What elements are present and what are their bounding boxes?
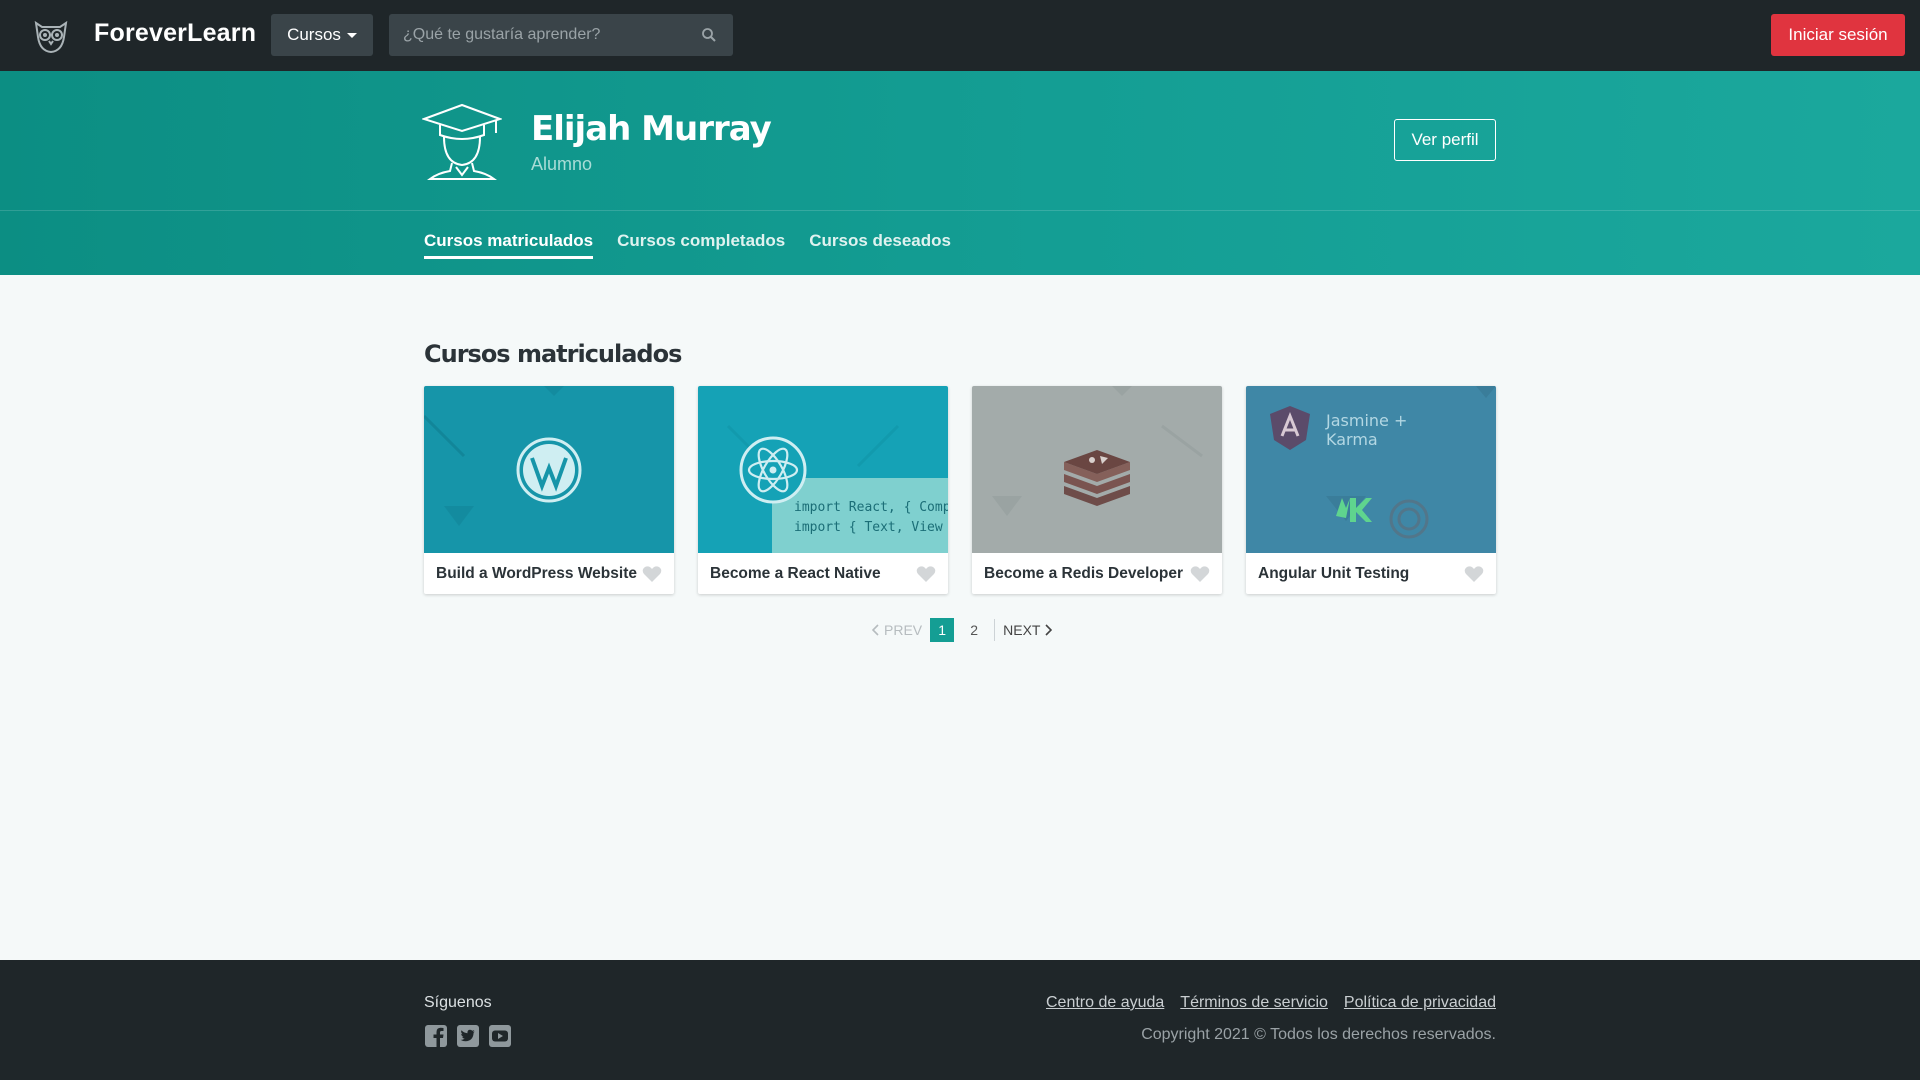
courses-dropdown-button[interactable]: Cursos bbox=[271, 14, 373, 56]
search-input[interactable] bbox=[389, 25, 701, 45]
pagination-page-1[interactable]: 1 bbox=[930, 618, 955, 642]
chevron-right-icon bbox=[1045, 624, 1053, 636]
section-title: Cursos matriculados bbox=[424, 340, 682, 368]
heart-icon[interactable] bbox=[1464, 565, 1484, 583]
graduate-avatar-icon bbox=[422, 103, 502, 180]
tab-wishlist-courses[interactable]: Cursos deseados bbox=[809, 231, 951, 259]
user-role: Alumno bbox=[531, 154, 593, 174]
youtube-icon[interactable] bbox=[488, 1024, 512, 1048]
facebook-icon[interactable] bbox=[424, 1024, 448, 1048]
course-title: Become a Redis Developer bbox=[984, 564, 1184, 582]
social-links bbox=[424, 1024, 512, 1048]
privacy-policy-link[interactable]: Política de privacidad bbox=[1344, 994, 1496, 1012]
tab-enrolled-courses[interactable]: Cursos matriculados bbox=[424, 231, 594, 259]
login-button[interactable]: Iniciar sesión bbox=[1771, 14, 1905, 56]
wordpress-icon bbox=[424, 386, 582, 526]
heart-icon[interactable] bbox=[1190, 565, 1210, 583]
thumbnail-text: Jasmine + bbox=[1325, 411, 1407, 430]
course-title: Become a React Native bbox=[710, 564, 881, 582]
course-thumbnail: import React, { Comp import { Text, View bbox=[698, 386, 948, 553]
search-icon[interactable] bbox=[701, 27, 717, 43]
terms-of-service-link[interactable]: Términos de servicio bbox=[1180, 994, 1328, 1012]
course-card[interactable]: Build a WordPress Website bbox=[424, 386, 674, 594]
user-name: Elijah Murray bbox=[531, 109, 772, 149]
pagination-prev-label: PREV bbox=[884, 622, 923, 638]
help-center-link[interactable]: Centro de ayuda bbox=[1046, 994, 1164, 1012]
course-card-footer: Build a WordPress Website bbox=[424, 553, 674, 594]
owl-logo-icon[interactable] bbox=[32, 17, 70, 55]
pagination-page-2[interactable]: 2 bbox=[962, 618, 986, 642]
copyright-text: Copyright 2021 © Todos los derechos rese… bbox=[1141, 1026, 1496, 1043]
tab-completed-courses[interactable]: Cursos completados bbox=[617, 231, 785, 259]
code-line: import React, { Comp bbox=[794, 500, 948, 515]
follow-label: Síguenos bbox=[424, 994, 492, 1011]
courses-dropdown-label: Cursos bbox=[287, 25, 341, 44]
profile-tabs: Cursos matriculados Cursos completados C… bbox=[424, 231, 951, 259]
caret-down-icon bbox=[346, 32, 357, 38]
angular-icon: Jasmine + Karma bbox=[1270, 386, 1496, 539]
redis-icon bbox=[992, 386, 1203, 516]
course-card[interactable]: Jasmine + Karma Angular Unit Testing bbox=[1246, 386, 1496, 594]
course-thumbnail bbox=[972, 386, 1222, 553]
twitter-icon[interactable] bbox=[456, 1024, 480, 1048]
code-line: import { Text, View bbox=[794, 520, 943, 535]
profile-info: Elijah Murray Alumno Ver perfil bbox=[0, 71, 1920, 211]
pagination: PREV 1 2 NEXT bbox=[872, 618, 1053, 642]
course-card-footer: Angular Unit Testing bbox=[1246, 553, 1496, 594]
thumbnail-text: Karma bbox=[1326, 430, 1378, 449]
pagination-next[interactable]: NEXT bbox=[1003, 622, 1053, 638]
course-thumbnail: Jasmine + Karma bbox=[1246, 386, 1496, 553]
course-list: Build a WordPress Website import React, … bbox=[424, 386, 1496, 594]
course-card[interactable]: import React, { Comp import { Text, View… bbox=[698, 386, 948, 594]
profile-header: Elijah Murray Alumno Ver perfil Cursos m… bbox=[0, 71, 1920, 275]
view-profile-button[interactable]: Ver perfil bbox=[1394, 119, 1496, 161]
course-card[interactable]: Become a Redis Developer bbox=[972, 386, 1222, 594]
pagination-divider bbox=[994, 619, 996, 641]
footer-links: Centro de ayuda Términos de servicio Pol… bbox=[1046, 994, 1496, 1012]
heart-icon[interactable] bbox=[916, 565, 936, 583]
course-title: Angular Unit Testing bbox=[1258, 564, 1410, 582]
pagination-next-label: NEXT bbox=[1003, 622, 1041, 638]
heart-icon[interactable] bbox=[642, 565, 662, 583]
chevron-left-icon bbox=[872, 624, 879, 636]
navbar: ForeverLearn Cursos Iniciar sesión bbox=[0, 0, 1920, 71]
pagination-prev[interactable]: PREV bbox=[872, 622, 922, 638]
react-icon: import React, { Comp import { Text, View bbox=[726, 424, 948, 553]
course-card-footer: Become a Redis Developer bbox=[972, 553, 1222, 594]
search-box bbox=[389, 14, 733, 56]
course-thumbnail bbox=[424, 386, 674, 553]
course-title: Build a WordPress Website bbox=[436, 564, 637, 582]
brand-name[interactable]: ForeverLearn bbox=[94, 19, 256, 48]
footer: Síguenos Centro de ayuda Términos de ser… bbox=[0, 960, 1920, 1080]
course-card-footer: Become a React Native bbox=[698, 553, 948, 594]
